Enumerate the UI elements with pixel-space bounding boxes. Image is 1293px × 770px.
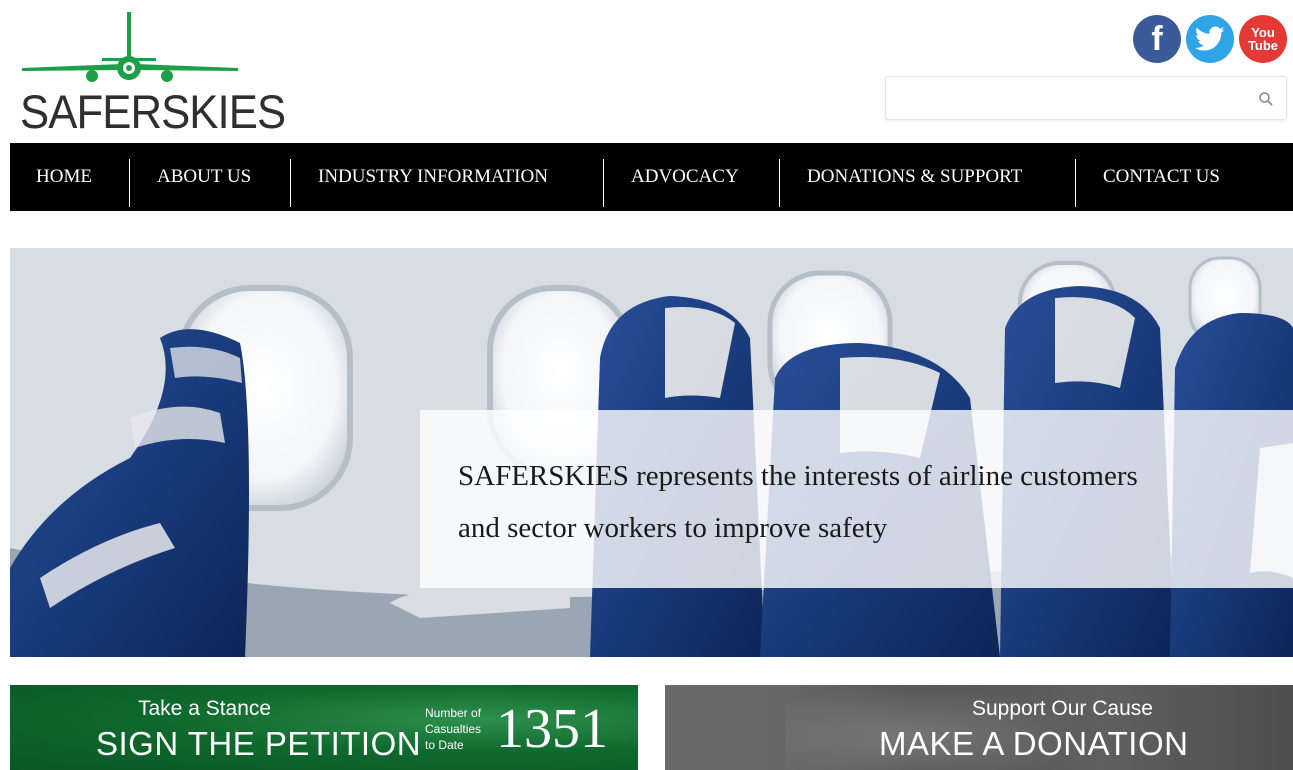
search-icon[interactable]: [1258, 91, 1274, 107]
nav-divider: [1075, 159, 1076, 207]
nav-item-industry-information[interactable]: INDUSTRY INFORMATION: [318, 143, 548, 211]
youtube-line-2: Tube: [1247, 38, 1279, 53]
make-donation-banner[interactable]: Support Our Cause MAKE A DONATION: [665, 685, 1293, 770]
counter-label-line-2: Casualties: [425, 722, 482, 736]
nav-item-home[interactable]: HOME: [36, 143, 92, 211]
nav-item-about-us[interactable]: ABOUT US: [157, 143, 251, 211]
hero-caption-line-1: SAFERSKIES represents the interests of a…: [458, 460, 1138, 492]
youtube-icon[interactable]: You Tube: [1239, 15, 1287, 63]
counter-label-line-1: Number of: [425, 706, 482, 720]
donation-title: MAKE A DONATION: [879, 725, 1189, 762]
site-logo[interactable]: SAFERSKIES: [18, 10, 286, 135]
hero-banner: SAFERSKIES represents the interests of a…: [10, 248, 1293, 657]
sign-petition-banner[interactable]: Take a Stance SIGN THE PETITION Number o…: [10, 685, 638, 770]
nav-item-donations-support[interactable]: DONATIONS & SUPPORT: [807, 143, 1022, 211]
nav-divider: [603, 159, 604, 207]
petition-subtitle: Take a Stance: [138, 697, 272, 720]
search-input[interactable]: [886, 77, 1246, 119]
facebook-icon[interactable]: f: [1133, 15, 1181, 63]
facebook-glyph: f: [1151, 19, 1163, 58]
petition-title: SIGN THE PETITION: [96, 725, 422, 762]
logo-text: SAFERSKIES: [20, 85, 286, 138]
donation-subtitle: Support Our Cause: [972, 697, 1153, 720]
airplane-icon: [22, 12, 238, 82]
twitter-icon[interactable]: [1186, 15, 1234, 63]
casualty-count: 1351: [496, 698, 608, 760]
search-box: [885, 76, 1287, 120]
hero-caption: SAFERSKIES represents the interests of a…: [420, 410, 1293, 588]
nav-divider: [290, 159, 291, 207]
main-nav: HOME ABOUT US INDUSTRY INFORMATION ADVOC…: [10, 143, 1293, 211]
counter-label-line-3: to Date: [425, 738, 464, 752]
hero-caption-line-2: and sector workers to improve safety: [458, 512, 888, 544]
nav-item-contact-us[interactable]: CONTACT US: [1103, 143, 1220, 211]
casualty-counter-label: Number of Casualties to Date: [425, 705, 481, 753]
social-links: f You Tube: [1133, 15, 1293, 65]
nav-divider: [129, 159, 130, 207]
nav-divider: [779, 159, 780, 207]
twitter-bird-glyph: [1195, 26, 1225, 51]
nav-item-advocacy[interactable]: ADVOCACY: [631, 143, 739, 211]
